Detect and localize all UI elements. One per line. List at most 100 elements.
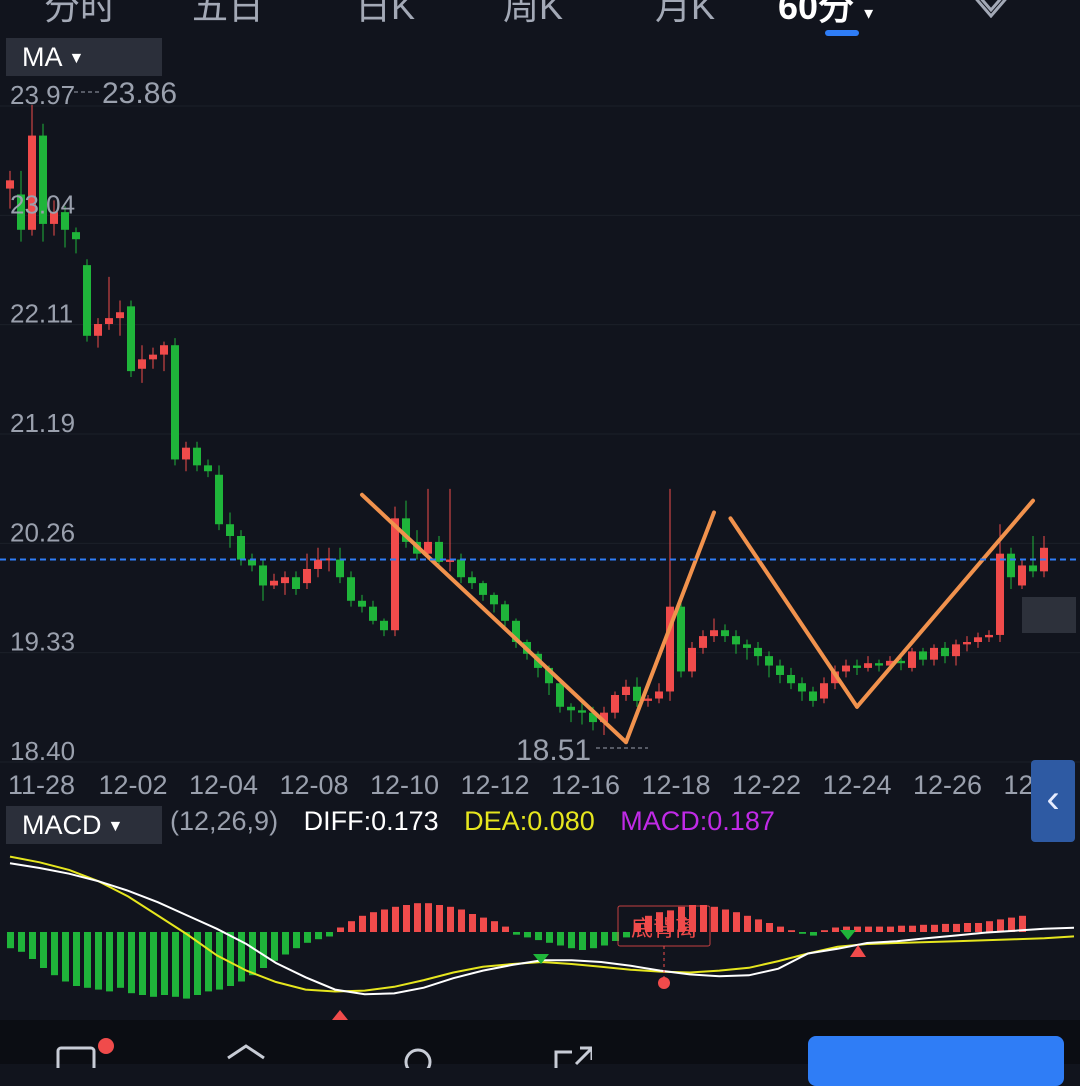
candle [94, 318, 102, 348]
candlestick-chart[interactable]: 23.97 23.04 22.11 21.19 20.26 19.33 18.40 23.8… [0, 0, 1080, 800]
macd-bar [546, 932, 553, 943]
macd-bar [722, 909, 729, 932]
candle [985, 630, 993, 643]
candle [171, 338, 179, 466]
candle-body [754, 647, 762, 657]
share-icon[interactable] [226, 1028, 266, 1068]
high-price-label: 23.86 [102, 77, 177, 110]
candle-body [259, 565, 267, 586]
candle-body [204, 465, 212, 472]
candle-body [479, 583, 487, 595]
macd-bar [810, 932, 817, 936]
candle [358, 594, 366, 613]
macd-bar [293, 932, 300, 949]
macd-bar [986, 921, 993, 932]
time-tick-label: 12-18 [642, 770, 711, 800]
macd-bar [18, 932, 25, 952]
candle-body [358, 600, 366, 607]
candle [743, 639, 751, 660]
expand-panel-button[interactable]: ‹ [1031, 760, 1075, 842]
macd-bar [216, 932, 223, 990]
dea-value: DEA:0.080 [464, 806, 595, 836]
macd-bar [887, 926, 894, 932]
candle-body [171, 345, 179, 460]
macd-bar [920, 924, 927, 932]
candle [281, 571, 289, 595]
macd-bar [183, 932, 190, 999]
macd-bar [964, 923, 971, 932]
candle-body [215, 474, 223, 525]
candle [820, 677, 828, 704]
candle-body [919, 651, 927, 660]
macd-bar [117, 932, 124, 988]
macd-bar [260, 932, 267, 968]
watchlist-icon[interactable] [56, 1028, 96, 1068]
candle [941, 642, 949, 664]
candle-body [83, 265, 91, 336]
price-tick-label: 21.19 [10, 408, 75, 438]
time-tick-label: 12-22 [732, 770, 801, 800]
alert-icon[interactable] [398, 1028, 438, 1068]
macd-bar [447, 906, 454, 932]
macd-bar [381, 909, 388, 932]
macd-legend: (12,26,9) DIFF:0.173 DEA:0.080 MACD:0.18… [170, 806, 793, 837]
macd-bar [755, 919, 762, 932]
candle [215, 465, 223, 531]
macd-bar [161, 932, 168, 995]
candle-body [776, 665, 784, 675]
candle-body [853, 665, 861, 668]
candle-body [1007, 553, 1015, 578]
time-tick-label: 12-24 [823, 770, 892, 800]
low-price-label: 18.51 [516, 734, 591, 767]
macd-bar [909, 925, 916, 932]
trend-line [855, 498, 1035, 709]
macd-bar [744, 915, 751, 932]
candle [765, 651, 773, 678]
candle-body [336, 559, 344, 578]
macd-bar [821, 930, 828, 932]
macd-bar [425, 903, 432, 932]
macd-bar [568, 932, 575, 949]
macd-bar [337, 927, 344, 932]
candle [457, 553, 465, 584]
macd-value: MACD:0.187 [620, 806, 775, 836]
macd-chart[interactable]: 底背离 [0, 840, 1080, 1020]
diff-value: DIFF:0.173 [303, 806, 439, 836]
macd-bar [95, 932, 102, 990]
time-tick-label: 12-02 [99, 770, 168, 800]
time-tick-label: 12-10 [370, 770, 439, 800]
candle-body [138, 359, 146, 369]
macd-bar [315, 932, 322, 940]
macd-bar [392, 906, 399, 932]
candle [567, 703, 575, 723]
candle [204, 459, 212, 478]
candle [138, 345, 146, 383]
candle [798, 677, 806, 701]
candle [974, 632, 982, 648]
external-link-icon[interactable] [552, 1028, 592, 1068]
candle [721, 624, 729, 643]
chevron-left-icon: ‹ [1046, 777, 1060, 821]
candle-body [842, 665, 850, 672]
candle-body [94, 324, 102, 336]
candle [160, 341, 168, 372]
macd-bar [480, 917, 487, 932]
candle-body [556, 683, 564, 707]
candle [754, 642, 762, 666]
macd-bar [403, 905, 410, 932]
candle [930, 644, 938, 666]
candle-body [732, 636, 740, 645]
candle-body [798, 683, 806, 692]
macd-bar [62, 932, 69, 982]
macd-bar [997, 919, 1004, 932]
sub-indicator-selector[interactable]: MACD ▼ [6, 806, 162, 844]
macd-bar [788, 930, 795, 932]
candle-body [490, 594, 498, 605]
candle [1040, 536, 1048, 578]
candle-body [457, 559, 465, 578]
trade-button[interactable] [808, 1036, 1064, 1086]
candle [677, 600, 685, 678]
price-tick-label: 23.04 [10, 189, 75, 219]
candle-body [380, 620, 388, 631]
macd-bar [348, 921, 355, 932]
